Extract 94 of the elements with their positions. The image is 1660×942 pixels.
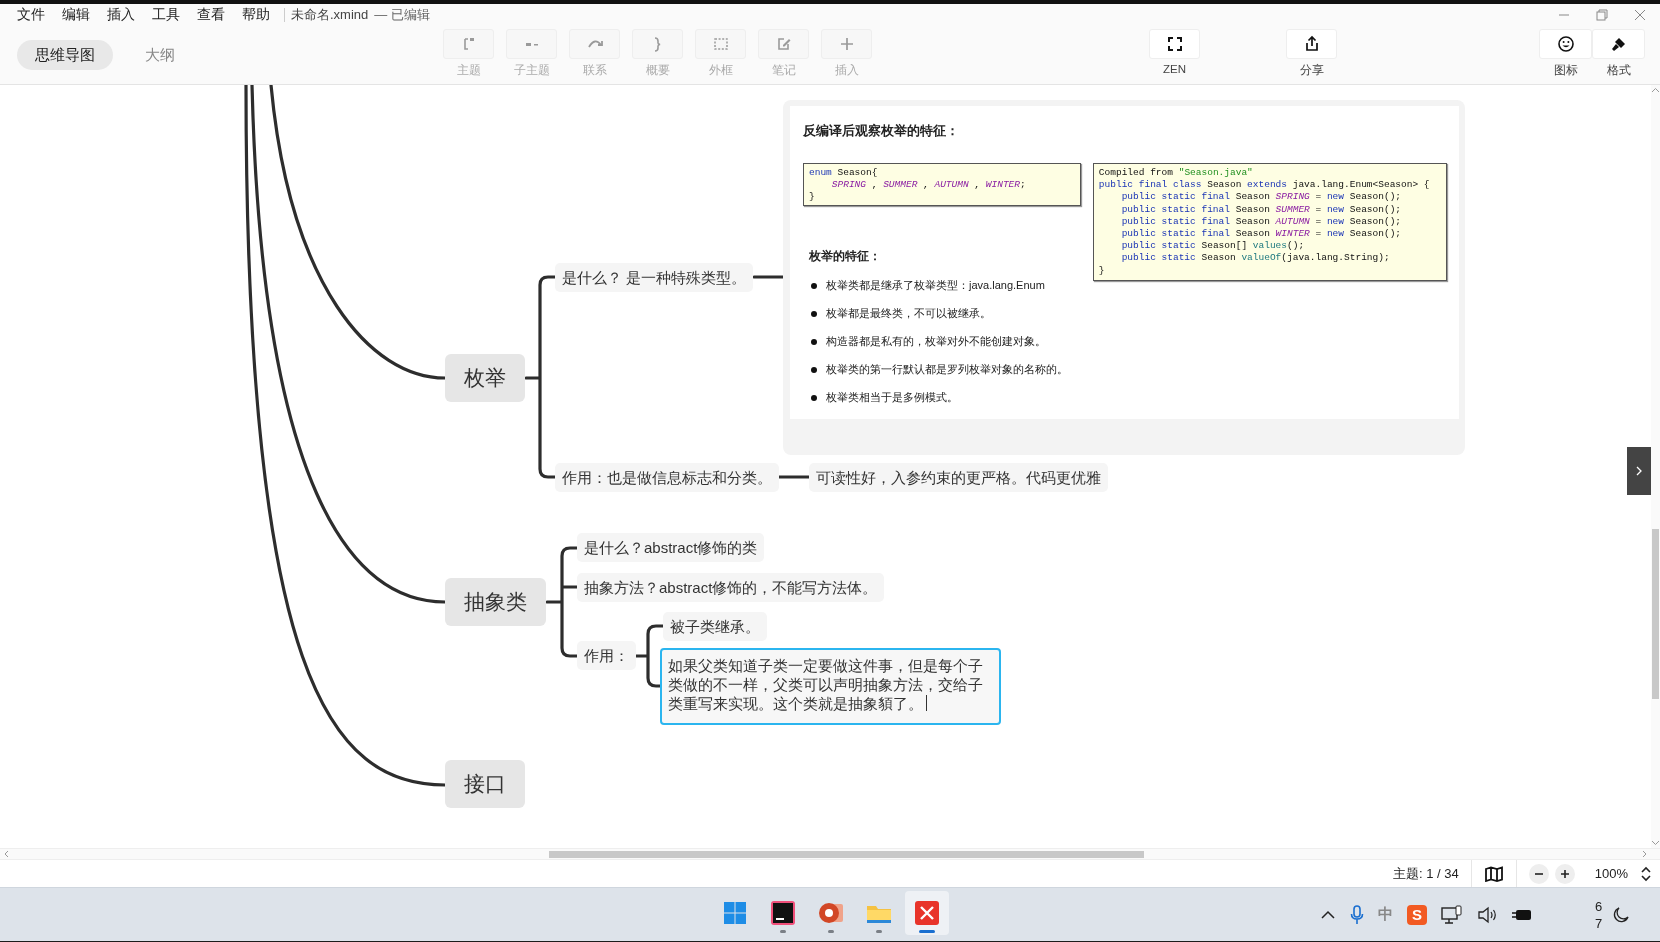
code-line: public final class Season extends java.lang.Enum<Season> { [1098, 179, 1431, 192]
bullet-dot [811, 282, 817, 289]
code-line: public static final Season WINTER = new Season(); [1120, 228, 1403, 241]
main-topic-node[interactable]: 接口 [445, 760, 525, 808]
code-line: public static final Season AUTUMN = new Season(); [1120, 215, 1403, 228]
toolbar-label: 分享 [1299, 63, 1324, 78]
code-line: public static final Season SUMMER = new Season(); [1120, 203, 1403, 216]
toolbar-label: 子主题 [513, 63, 550, 78]
code-line: public static Season valueOf(java.lang.String); [1120, 252, 1391, 265]
toolbar-label: ZEN [1163, 63, 1186, 75]
four-squares-icon [721, 899, 749, 927]
brush-icon [1609, 35, 1628, 53]
scrollbar-thumb[interactable] [549, 851, 1144, 858]
scrollbar-thumb[interactable] [1652, 529, 1659, 699]
dark-square-icon [769, 899, 797, 927]
zoom-level[interactable]: 100% [1594, 866, 1628, 881]
code-line: } [809, 191, 816, 204]
topic-node[interactable]: 如果父类知道子类一定要做这件事，但是每个子类做的不一样，父类可以声明抽象方法，交给子类重写来实现。这个类就是抽象䫉了。 [660, 648, 1001, 725]
side-panel-toggle[interactable] [1627, 447, 1651, 495]
menu-item[interactable]: 插入 [107, 6, 135, 24]
menu-item[interactable]: 查看 [197, 6, 225, 24]
topic-node[interactable]: 作用：也是做信息标志和分类。 [555, 463, 779, 492]
plus-icon [1559, 868, 1570, 879]
monitor-icon[interactable] [1441, 904, 1463, 925]
clock-text: 7 [1595, 914, 1603, 932]
bullet-text: 构造器都是私有的，枚举对外不能创建对象。 [826, 334, 1046, 349]
toolbar-label: 外框 [708, 63, 733, 78]
topic-node[interactable]: 可读性好，入参约束的更严格。代码更优雅 [809, 463, 1108, 492]
toolbar-label: 主题 [456, 63, 481, 78]
code-line: Compiled from "Season.java" [1098, 167, 1254, 180]
document-title: 未命名.xmind [291, 6, 369, 24]
vertical-scrollbar[interactable] [1651, 85, 1660, 848]
menu-item[interactable]: 编辑 [62, 6, 90, 24]
code-line: } [1098, 264, 1106, 277]
toolbar-label: 联系 [582, 63, 607, 78]
speaker-icon[interactable] [1477, 905, 1497, 924]
microphone-icon[interactable] [1350, 904, 1364, 925]
topic-node[interactable]: 是什么？abstract修饰的类 [577, 533, 765, 562]
bullet-dot [811, 394, 817, 401]
horizontal-scrollbar[interactable] [0, 848, 1660, 859]
main-topic-node[interactable]: 枚举 [445, 354, 525, 402]
menu-item[interactable]: 文件 [17, 6, 45, 24]
topic-node[interactable]: 作用： [577, 641, 636, 670]
close-button[interactable] [1634, 9, 1646, 21]
bullet-dot [811, 310, 817, 317]
toolbar-button[interactable] [1539, 29, 1592, 59]
zoom-in-button[interactable] [1554, 863, 1575, 884]
smiley-icon [1556, 35, 1575, 53]
bullet-text: 枚举都是最终类，不可以被继承。 [826, 306, 991, 321]
subtopic-icon [525, 42, 538, 46]
toolbar-button[interactable] [1286, 29, 1337, 59]
dashed-frame-icon [711, 35, 730, 53]
toolbar-button[interactable] [1592, 29, 1645, 59]
document-status: — 已编辑 [374, 6, 430, 24]
toolbar-button[interactable] [1149, 29, 1200, 59]
branch-line [777, 475, 811, 479]
toolbar-label: 概要 [645, 63, 670, 78]
toolbar-label: 图标 [1553, 63, 1578, 78]
bullet-dot [811, 338, 817, 345]
chevron-up-icon[interactable] [1320, 909, 1336, 920]
text-cursor [926, 695, 927, 711]
view-tab[interactable]: 大纲 [127, 40, 193, 70]
menu-item[interactable]: 工具 [152, 6, 180, 24]
menu-item[interactable]: 帮助 [242, 6, 270, 24]
restore-button[interactable] [1596, 9, 1608, 21]
branch-line [752, 275, 785, 279]
up-down-icon[interactable] [1640, 865, 1652, 882]
map-icon[interactable] [1483, 865, 1504, 882]
toolbar-label: 插入 [834, 63, 859, 78]
toolbar-label: 格式 [1606, 63, 1631, 78]
image-subheading: 枚举的特征： [809, 248, 882, 265]
main-topic-node[interactable]: 抽象类 [445, 578, 546, 626]
zoom-out-button[interactable] [1528, 863, 1549, 884]
image-heading: 反编译后观察枚举的特征： [803, 123, 960, 140]
bullet-text: 枚举类都是继承了枚举类型：java.lang.Enum [826, 278, 1045, 293]
chevron-right-icon [1635, 465, 1643, 477]
code-line: public static final Season SPRING = new Season(); [1120, 191, 1403, 204]
topic-node[interactable]: 被子类继承。 [663, 612, 767, 641]
code-line: SPRING , SUMMER , AUTUMN , WINTER; [830, 179, 1027, 192]
clock-text: 6 [1595, 897, 1603, 915]
brace-icon [654, 36, 661, 52]
toolbar-label: 笔记 [771, 63, 796, 78]
moon-icon[interactable] [1612, 905, 1631, 924]
x-logo-icon [913, 899, 941, 927]
topic-node[interactable]: 抽象方法？abstract修饰的，不能写方法体。 [577, 573, 885, 602]
bullet-text: 枚举类相当于是多例模式。 [826, 390, 958, 405]
fullscreen-icon [1165, 35, 1184, 53]
topic-count: 主题: 1 / 34 [1393, 864, 1459, 883]
bullet-text: 枚举类的第一行默认都是罗列枚举对象的名称的。 [826, 362, 1068, 377]
bullet-dot [811, 366, 817, 373]
code-line: public static Season[] values(); [1120, 240, 1306, 253]
code-line: enum Season{ [809, 167, 879, 180]
view-tab[interactable]: 思维导图 [17, 40, 113, 70]
topic-node[interactable]: 是什么？ 是一种特殊类型。 [555, 263, 754, 292]
